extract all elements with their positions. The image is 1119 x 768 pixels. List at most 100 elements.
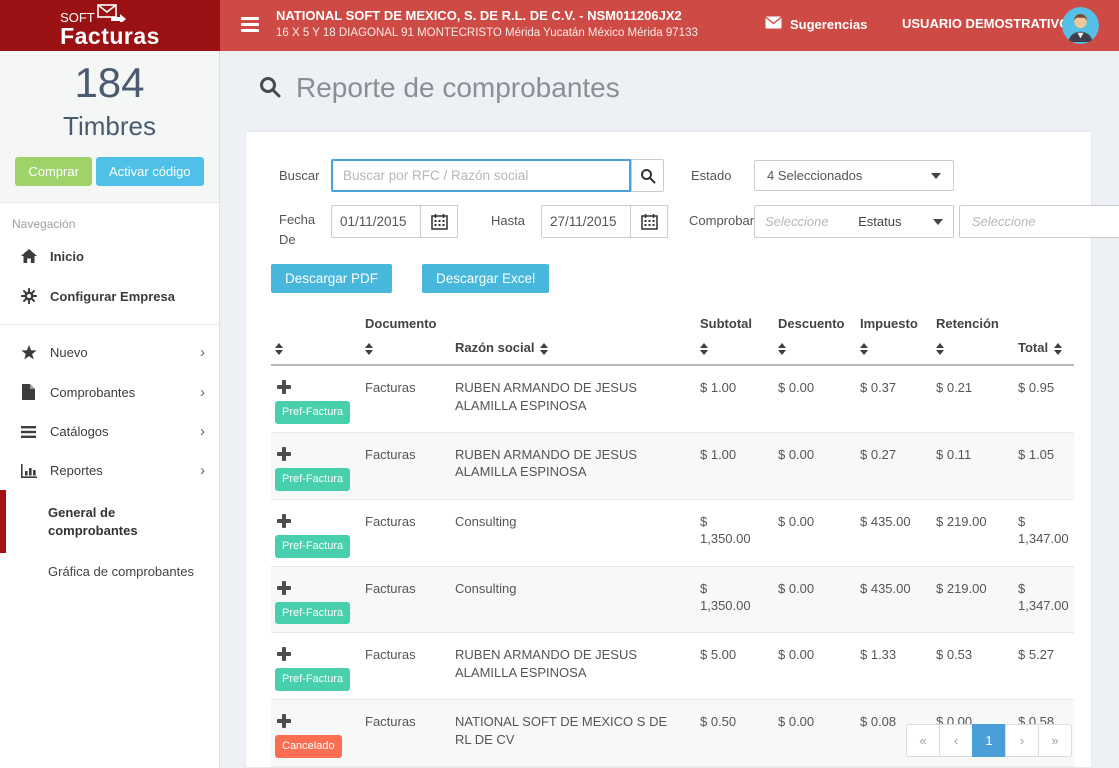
search-button[interactable] [631,159,664,192]
col-razon-social: Razón social [451,310,696,365]
sort-icon[interactable] [540,343,548,355]
comprobante-estatus-select[interactable]: Seleccione Estatus [754,205,954,238]
search-input[interactable] [331,159,631,192]
chevron-right-icon: › [200,345,205,360]
hasta-input[interactable] [541,205,631,238]
buy-button[interactable]: Comprar [15,157,92,186]
sort-icon[interactable] [1054,343,1062,355]
buscar-label: Buscar [279,168,319,183]
expand-row-plus-icon[interactable] [277,514,291,528]
cell-documento: Facturas [361,633,451,700]
sort-icon[interactable] [860,343,868,355]
suggestions-label: Sugerencias [790,17,867,32]
col-retencion: Retención [932,310,1014,365]
sidebar-item-comprobantes[interactable]: Comprobantes › [0,372,219,412]
status-badge: Pref-Factura [275,401,350,424]
sidebar-subitem-general-de-comprobantes[interactable]: General de comprobantes [0,490,219,553]
extra-filter-select[interactable] [959,205,1119,238]
main-content: Reporte de comprobantes Buscar Estado 4 … [221,51,1119,768]
sidebar-item-inicio[interactable]: Inicio [0,237,219,276]
cell-documento: Facturas [361,365,451,432]
cell-total: $ 1,347.00 [1014,566,1074,633]
fecha-de-input[interactable] [331,205,421,238]
table-row: Pref-Factura Facturas RUBEN ARMANDO DE J… [271,432,1074,499]
caret-down-icon [931,173,941,179]
row-status-cell: Cancelado [271,700,361,767]
chevron-right-icon: › [200,385,205,400]
caret-down-icon [933,219,943,225]
cell-razon-social: NATIONAL SOFT DE MEXICO S DE RL DE CV [451,700,696,767]
sidebar-item-catalogos[interactable]: Catálogos › [0,412,219,451]
cell-impuesto: $ 0.37 [856,365,932,432]
pagination-next-button[interactable]: › [1005,724,1039,757]
cell-subtotal: $ 5.00 [696,633,774,700]
cell-retencion: $ 219.00 [932,499,1014,566]
col-expand [271,310,361,365]
cell-total: $ 5.27 [1014,633,1074,700]
sidebar: 184 Timbres Comprar Activar código Naveg… [0,51,220,768]
cell-impuesto: $ 435.00 [856,499,932,566]
cell-subtotal: $ 1.00 [696,365,774,432]
fecha-de-calendar-button[interactable] [420,205,458,238]
expand-row-plus-icon[interactable] [277,714,291,728]
expand-row-plus-icon[interactable] [277,581,291,595]
expand-row-plus-icon[interactable] [277,447,291,461]
pagination-last-button[interactable]: » [1038,724,1072,757]
cell-razon-social: RUBEN ARMANDO DE JESUS ALAMILLA ESPINOSA [451,633,696,700]
estatus-placeholder: Seleccione [765,214,829,229]
row-status-cell: Pref-Factura [271,499,361,566]
cell-impuesto: $ 435.00 [856,566,932,633]
sidebar-item-reportes[interactable]: Reportes › [0,451,219,490]
sort-icon[interactable] [275,343,283,355]
estado-select[interactable]: 4 Seleccionados [754,160,954,191]
sort-icon[interactable] [778,343,786,355]
app-logo[interactable]: SOFT Facturas [0,0,220,51]
cell-documento: Facturas [361,700,451,767]
col-impuesto: Impuesto [856,310,932,365]
row-status-cell: Pref-Factura [271,566,361,633]
download-excel-button[interactable]: Descargar Excel [422,264,549,293]
cell-subtotal: $ 1,350.00 [696,499,774,566]
top-header: SOFT Facturas NATIONAL SOFT DE MEXICO, S… [0,0,1119,51]
cell-documento: Facturas [361,566,451,633]
pagination-first-button[interactable]: « [906,724,940,757]
navigation-heading: Navegación [0,203,219,237]
user-menu[interactable]: USUARIO DEMOSTRATIVO [902,16,1069,31]
cell-razon-social: RUBEN ARMANDO DE JESUS ALAMILLA ESPINOSA [451,432,696,499]
hasta-calendar-button[interactable] [630,205,668,238]
filters-section: Buscar Estado 4 Seleccionados Fecha De H… [246,132,1091,264]
stamps-label: Timbres [0,111,219,142]
sort-icon[interactable] [700,343,708,355]
col-subtotal: Subtotal [696,310,774,365]
company-address: 16 X 5 Y 18 DIAGONAL 91 MONTECRISTO Méri… [276,27,698,39]
table-row: Pref-Factura Facturas RUBEN ARMANDO DE J… [271,633,1074,700]
status-badge: Pref-Factura [275,602,350,625]
expand-row-plus-icon[interactable] [277,647,291,661]
download-pdf-button[interactable]: Descargar PDF [271,264,392,293]
sidebar-item-nuevo[interactable]: Nuevo › [0,333,219,372]
cell-impuesto: $ 1.33 [856,633,932,700]
expand-row-plus-icon[interactable] [277,380,291,394]
page-title-text: Reporte de comprobantes [296,72,620,104]
cell-descuento: $ 0.00 [774,633,856,700]
status-badge: Pref-Factura [275,668,350,691]
list-icon [20,426,37,438]
sort-icon[interactable] [365,343,373,355]
sidebar-subitem-grafica-de-comprobantes[interactable]: Gráfica de comprobantes [0,553,219,591]
sort-icon[interactable] [936,343,944,355]
cell-razon-social: RUBEN ARMANDO DE JESUS ALAMILLA ESPINOSA [451,365,696,432]
activate-code-button[interactable]: Activar código [96,157,204,186]
cell-descuento: $ 0.00 [774,499,856,566]
sidebar-item-configurar-empresa[interactable]: Configurar Empresa [0,276,219,316]
home-icon [20,249,37,264]
download-buttons: Descargar PDF Descargar Excel [246,264,1091,293]
col-descuento: Descuento [774,310,856,365]
user-avatar[interactable] [1062,7,1099,44]
cell-total: $ 1.05 [1014,432,1074,499]
cell-descuento: $ 0.00 [774,566,856,633]
cell-total: $ 1,347.00 [1014,499,1074,566]
pagination-prev-button[interactable]: ‹ [939,724,973,757]
suggestions-link[interactable]: Sugerencias [765,16,867,32]
menu-toggle-button[interactable] [241,17,261,33]
pagination-page-1-button[interactable]: 1 [972,724,1006,757]
